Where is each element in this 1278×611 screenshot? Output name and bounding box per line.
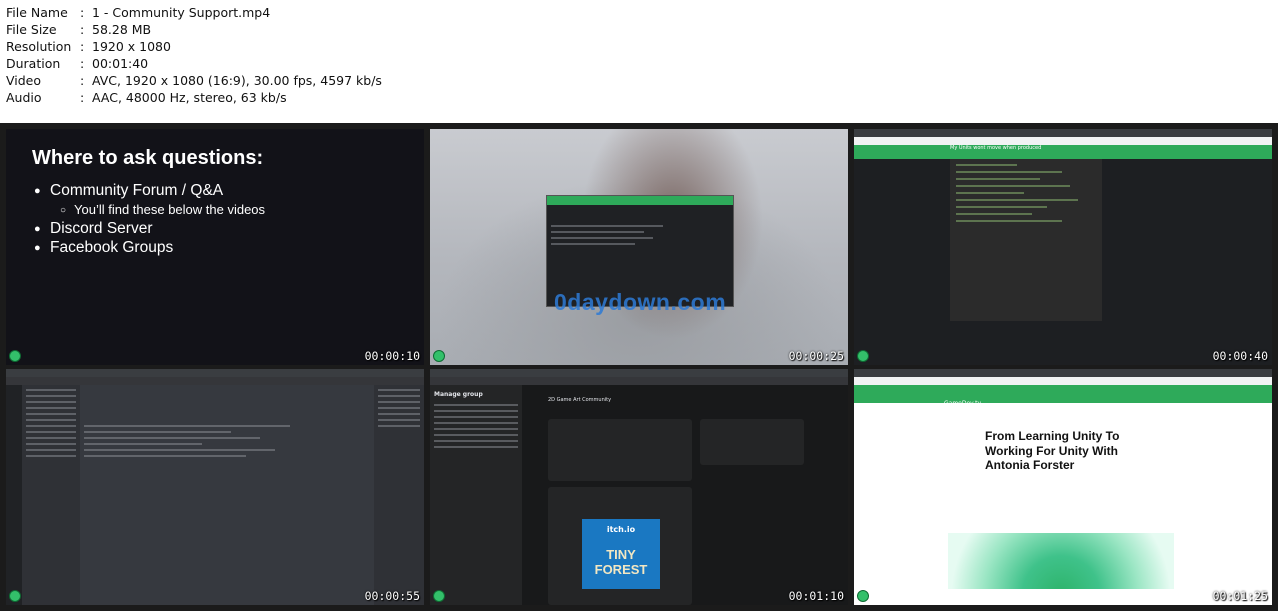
code-block (950, 159, 1102, 321)
watermark: 0daydown.com (554, 289, 727, 315)
leaf-logo-icon (857, 590, 869, 602)
info-separator: : (80, 39, 85, 54)
info-separator: : (80, 90, 85, 105)
leaf-logo-icon (433, 350, 445, 362)
game-title: TINY FOREST (594, 547, 648, 577)
browser-tabs (854, 369, 1272, 377)
article-title: From Learning Unity To Working For Unity… (985, 429, 1120, 472)
thumbnail-1[interactable]: Where to ask questions: Community Forum … (6, 129, 424, 365)
thumbnail-6[interactable]: GameDev.tv From Learning Unity To Workin… (854, 369, 1272, 605)
bullet-discord: Discord Server (34, 219, 265, 239)
info-value: 1 - Community Support.mp4 (92, 5, 271, 20)
media-info: File Name : 1 - Community Support.mp4 Fi… (6, 4, 382, 106)
info-row-file-size: File Size : 58.28 MB (6, 21, 382, 38)
leaf-logo-icon (9, 590, 21, 602)
slide-bullets: Community Forum / Q&A You’ll find these … (34, 181, 265, 258)
thumbnail-3[interactable]: My Units wont move when produced 00:00:4… (854, 129, 1272, 365)
info-row-audio: Audio : AAC, 48000 Hz, stereo, 63 kb/s (6, 89, 382, 106)
timestamp: 00:00:40 (1212, 349, 1268, 363)
browser-tabs (430, 369, 848, 377)
itch-label: itch.io (606, 525, 636, 534)
timestamp: 00:01:25 (1212, 589, 1268, 603)
info-value: 00:01:40 (92, 56, 149, 71)
timestamp: 00:00:10 (364, 349, 420, 363)
info-row-video: Video : AVC, 1920 x 1080 (16:9), 30.00 f… (6, 72, 382, 89)
post-title: My Units wont move when produced (950, 145, 1042, 151)
post-card (548, 419, 692, 481)
info-value: AVC, 1920 x 1080 (16:9), 30.00 fps, 4597… (92, 73, 382, 88)
info-value: 58.28 MB (92, 22, 152, 37)
browser-tabs (6, 369, 424, 377)
itch-promo-image: itch.io TINY FOREST (582, 519, 660, 589)
manage-group-heading: Manage group (434, 391, 483, 398)
blog-navbar: GameDev.tv (854, 385, 1272, 407)
leaf-logo-icon (433, 590, 445, 602)
bullet-below-videos: You’ll find these below the videos (50, 200, 265, 220)
chat-area (80, 385, 374, 605)
timestamp: 00:00:25 (788, 349, 844, 363)
channel-list (22, 385, 80, 605)
about-card (700, 419, 804, 465)
leaf-logo-icon (857, 350, 869, 362)
slide: Where to ask questions: Community Forum … (6, 129, 424, 365)
group-sidebar: Manage group (430, 385, 522, 605)
forum-post-header: My Units wont move when produced (854, 145, 1272, 159)
article-hero-image (948, 533, 1174, 589)
member-list (374, 385, 424, 605)
info-separator: : (80, 22, 85, 37)
info-key: Duration (6, 56, 61, 71)
info-value: 1920 x 1080 (92, 39, 171, 54)
info-key: Video (6, 73, 42, 88)
thumbnail-4[interactable]: 00:00:55 (6, 369, 424, 605)
info-key: Audio (6, 90, 42, 105)
timestamp: 00:00:55 (364, 589, 420, 603)
info-key: File Size (6, 22, 57, 37)
site-logo: GameDev.tv (944, 400, 982, 407)
info-separator: : (80, 5, 85, 20)
leaf-logo-icon (9, 350, 21, 362)
slide-title: Where to ask questions: (32, 147, 264, 169)
info-separator: : (80, 73, 85, 88)
bullet-community-forum: Community Forum / Q&A (34, 181, 265, 201)
info-key: File Name (6, 5, 68, 20)
browser-tabs (854, 129, 1272, 137)
mini-browser-bar (547, 196, 733, 205)
server-list (6, 385, 22, 605)
thumbnail-grid: Where to ask questions: Community Forum … (0, 123, 1278, 611)
bullet-facebook: Facebook Groups (34, 238, 265, 258)
group-name: 2D Game Art Community (548, 397, 612, 403)
info-separator: : (80, 56, 85, 71)
info-row-file-name: File Name : 1 - Community Support.mp4 (6, 4, 382, 21)
thumbnail-5[interactable]: Manage group 2D Game Art Community itch.… (430, 369, 848, 605)
thumbnail-2[interactable]: 0daydown.com 00:00:25 (430, 129, 848, 365)
info-value: AAC, 48000 Hz, stereo, 63 kb/s (92, 90, 287, 105)
info-row-resolution: Resolution : 1920 x 1080 (6, 38, 382, 55)
info-row-duration: Duration : 00:01:40 (6, 55, 382, 72)
timestamp: 00:01:10 (788, 589, 844, 603)
info-key: Resolution (6, 39, 72, 54)
